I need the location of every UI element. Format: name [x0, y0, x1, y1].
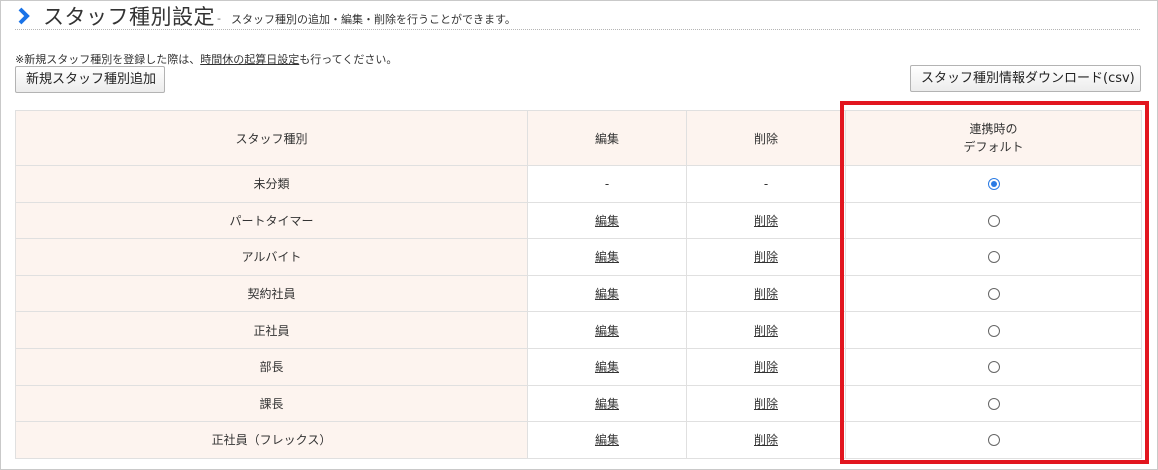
- time-off-setting-link[interactable]: 時間休の起算日設定: [200, 53, 299, 66]
- delete-cell: 削除: [686, 347, 846, 386]
- edit-cell: 編集: [527, 201, 687, 240]
- staff-type-name: 部長: [15, 347, 528, 386]
- delete-link[interactable]: 削除: [754, 397, 778, 411]
- delete-cell: 削除: [686, 238, 846, 276]
- chevron-right-icon: [17, 5, 35, 27]
- default-radio[interactable]: [987, 214, 1000, 227]
- edit-link[interactable]: 編集: [595, 360, 619, 374]
- default-cell: [845, 347, 1142, 386]
- default-radio[interactable]: [987, 434, 1000, 447]
- edit-link[interactable]: 編集: [595, 250, 619, 264]
- page-title: スタッフ種別設定: [43, 4, 215, 29]
- column-header-default: 連携時の デフォルト: [845, 110, 1142, 166]
- staff-type-table-wrapper: スタッフ種別 編集 削除 連携時の デフォルト 未分類 - - パートタイマー 編集 削除…: [15, 110, 1142, 459]
- edit-cell: 編集: [527, 384, 687, 423]
- staff-type-table: スタッフ種別 編集 削除 連携時の デフォルト 未分類 - - パートタイマー 編集 削除…: [15, 110, 1142, 459]
- default-radio-selected[interactable]: [987, 178, 1000, 191]
- default-radio[interactable]: [987, 251, 1000, 264]
- table-row: 正社員 編集 削除: [15, 311, 1142, 349]
- edit-link[interactable]: 編集: [595, 287, 619, 301]
- table-body: 未分類 - - パートタイマー 編集 削除 アルバイト 編集 削除 契約社員 編集 削除 正社員 編集 削除…: [15, 165, 1142, 459]
- delete-cell: 削除: [686, 311, 846, 349]
- staff-type-name: 正社員: [15, 311, 528, 349]
- edit-cell: 編集: [527, 347, 687, 386]
- default-cell: [845, 201, 1142, 240]
- title-separator: -: [217, 12, 221, 25]
- delete-placeholder: -: [763, 176, 769, 191]
- edit-link[interactable]: 編集: [595, 324, 619, 338]
- delete-cell: 削除: [686, 384, 846, 423]
- delete-link[interactable]: 削除: [754, 433, 778, 447]
- edit-cell: 編集: [527, 421, 687, 459]
- default-cell: [845, 384, 1142, 423]
- default-cell: [845, 311, 1142, 349]
- delete-link[interactable]: 削除: [754, 287, 778, 301]
- delete-link[interactable]: 削除: [754, 214, 778, 228]
- page-header: スタッフ種別設定 - スタッフ種別の追加・編集・削除を行うことができます。: [15, 2, 1140, 30]
- note-suffix: も行ってください。: [299, 53, 398, 66]
- note-prefix: ※新規スタッフ種別を登録した際は、: [15, 53, 201, 66]
- default-radio[interactable]: [987, 288, 1000, 301]
- default-cell: [845, 274, 1142, 313]
- table-row: 課長 編集 削除: [15, 384, 1142, 423]
- table-row: 部長 編集 削除: [15, 347, 1142, 386]
- table-row: パートタイマー 編集 削除: [15, 201, 1142, 240]
- table-row: 未分類 - -: [15, 165, 1142, 203]
- table-row: 正社員（フレックス） 編集 削除: [15, 421, 1142, 459]
- table-header-row: スタッフ種別 編集 削除 連携時の デフォルト: [15, 110, 1142, 166]
- default-header-line2: デフォルト: [963, 140, 1024, 154]
- staff-type-name: 契約社員: [15, 274, 528, 313]
- delete-cell: 削除: [686, 274, 846, 313]
- delete-cell: 削除: [686, 421, 846, 459]
- staff-type-name: アルバイト: [15, 238, 528, 276]
- edit-cell: 編集: [527, 274, 687, 313]
- edit-placeholder: -: [604, 176, 610, 191]
- column-header-delete: 削除: [686, 110, 846, 166]
- edit-link[interactable]: 編集: [595, 214, 619, 228]
- staff-type-name: 課長: [15, 384, 528, 423]
- add-staff-type-button[interactable]: 新規スタッフ種別追加: [15, 66, 165, 93]
- staff-type-name: 未分類: [15, 165, 528, 203]
- page-subtitle: スタッフ種別の追加・編集・削除を行うことができます。: [230, 12, 516, 26]
- staff-type-name: 正社員（フレックス）: [15, 421, 528, 459]
- registration-note: ※新規スタッフ種別を登録した際は、時間休の起算日設定も行ってください。: [15, 51, 397, 67]
- default-radio[interactable]: [987, 324, 1000, 337]
- table-row: アルバイト 編集 削除: [15, 238, 1142, 276]
- table-row: 契約社員 編集 削除: [15, 274, 1142, 313]
- column-header-staff-type: スタッフ種別: [15, 110, 528, 166]
- column-header-edit: 編集: [527, 110, 687, 166]
- delete-cell: 削除: [686, 201, 846, 240]
- default-cell: [845, 238, 1142, 276]
- edit-cell: 編集: [527, 311, 687, 349]
- delete-cell: -: [686, 165, 846, 203]
- edit-cell: 編集: [527, 238, 687, 276]
- default-cell: [845, 165, 1142, 203]
- delete-link[interactable]: 削除: [754, 250, 778, 264]
- default-header-line1: 連携時の: [969, 122, 1018, 136]
- delete-link[interactable]: 削除: [754, 360, 778, 374]
- edit-link[interactable]: 編集: [595, 433, 619, 447]
- default-cell: [845, 421, 1142, 459]
- edit-link[interactable]: 編集: [595, 397, 619, 411]
- default-radio[interactable]: [987, 361, 1000, 374]
- download-csv-button[interactable]: スタッフ種別情報ダウンロード(csv): [910, 65, 1141, 92]
- staff-type-name: パートタイマー: [15, 201, 528, 240]
- delete-link[interactable]: 削除: [754, 324, 778, 338]
- default-radio[interactable]: [987, 397, 1000, 410]
- edit-cell: -: [527, 165, 687, 203]
